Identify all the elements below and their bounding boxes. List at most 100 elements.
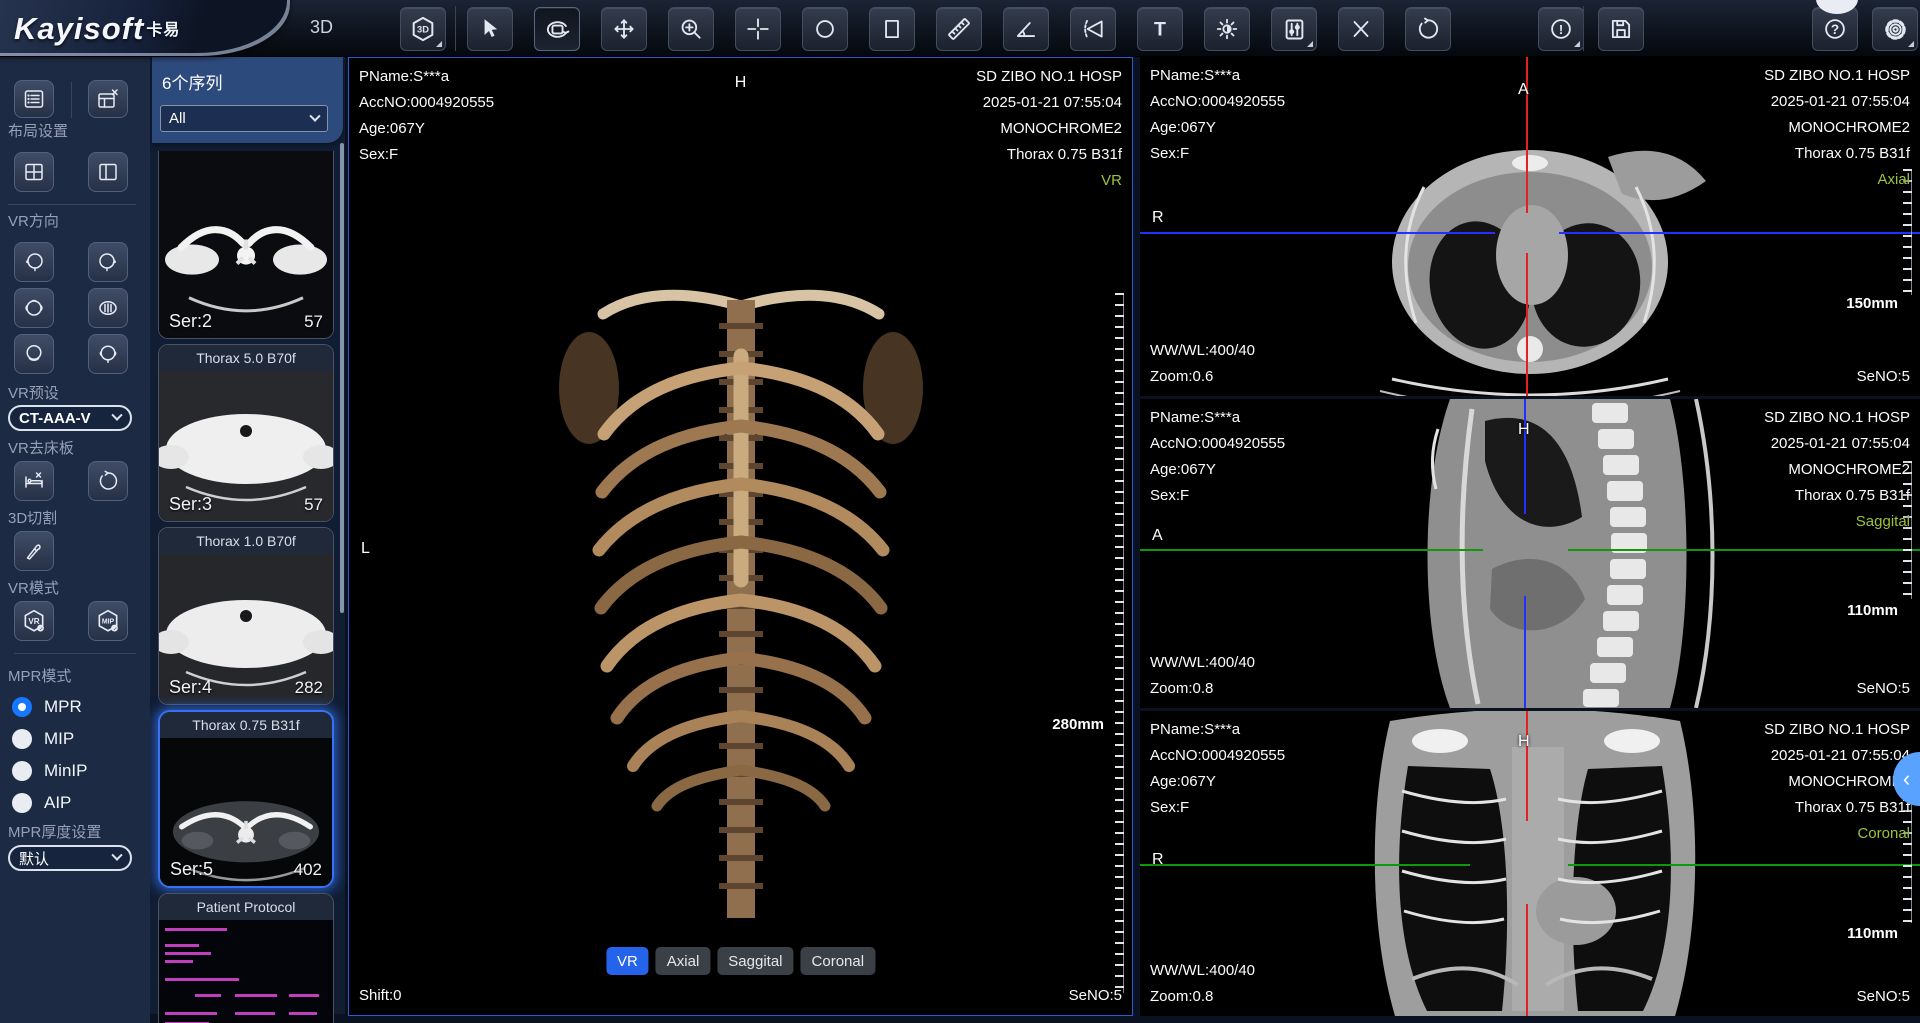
photometric-interpretation: MONOCHROME2 [1764,457,1910,483]
view-mode-axial-button[interactable]: Axial [656,947,711,975]
crosshair-vertical-red[interactable] [1526,904,1528,1016]
vr-view-left-button[interactable] [14,242,54,282]
series-scrollbar[interactable] [340,143,344,613]
info-button[interactable]: ! [1538,7,1584,51]
patient-sex: Sex:F [1150,795,1285,821]
viewport-axial[interactable]: PName:S***a AccNO:0004920555 Age:067Y Se… [1140,57,1920,396]
mpr-thickness-select[interactable]: 默认 [8,845,132,871]
close-layout-panel-button[interactable] [88,80,128,118]
pan-tool-button[interactable] [601,7,647,51]
vr-mode-vr-button[interactable]: VR [14,601,54,641]
vr-mode-mip-button[interactable]: MIP [88,601,128,641]
text-tool-icon: T [1147,16,1173,42]
series-card-ser4[interactable]: Thorax 1.0 B70f Ser:4 282 [158,527,334,705]
radio-selected-icon[interactable] [12,697,32,717]
vr-view-superior-button[interactable] [14,288,54,328]
pointer-tool-button[interactable] [467,7,513,51]
ruler-tool-button[interactable] [936,7,982,51]
series-list-panel-button[interactable] [14,80,54,118]
view-mode-coronal-button[interactable]: Coronal [801,947,876,975]
crosshair-vertical-blue[interactable] [1524,596,1526,708]
mpr-radio-mip[interactable]: MIP [12,729,74,749]
text-annotation-tool-button[interactable]: T [1137,7,1183,51]
orientation-marker-left: L [361,540,370,558]
cobb-angle-icon [1080,16,1106,42]
hospital-name: SD ZIBO NO.1 HOSP [1764,63,1910,89]
series-filter-value: All [169,110,186,127]
patient-sex: Sex:F [1150,141,1285,167]
vr-view-inferior-button[interactable] [88,288,128,328]
view-mode-sagittal-button[interactable]: Saggital [717,947,793,975]
mode-3d-label: 3D [310,17,333,38]
delete-annotation-button[interactable] [1338,7,1384,51]
rectangle-roi-tool-button[interactable] [869,7,915,51]
vr-view-anterior-button[interactable] [88,334,128,374]
series-card-ser501[interactable]: Patient Protocol Ser:501 1 [158,893,334,1023]
chevron-down-icon [309,110,320,121]
vr-hexagon-icon: VR [21,608,47,634]
mpr-radio-mpr[interactable]: MPR [12,697,82,717]
crosshair-horizontal-blue[interactable] [1140,232,1495,234]
crosshair-vertical-blue[interactable] [1524,399,1526,514]
cursor-icon [477,16,503,42]
crosshair-horizontal-green[interactable] [1140,549,1483,551]
cut-3d-knife-button[interactable] [14,531,54,571]
hospital-name: SD ZIBO NO.1 HOSP [976,64,1122,90]
series-title: Thorax 5.0 B70f [159,345,333,371]
plane-label: Axial [1764,167,1910,193]
vr-view-right-button[interactable] [88,242,128,282]
radio-unselected-icon[interactable] [12,761,32,781]
series-image-count: 57 [304,312,323,332]
layout-split-button[interactable] [88,152,128,192]
accession-number: AccNO:0004920555 [1150,743,1285,769]
crosshair-horizontal-blue[interactable] [1559,232,1920,234]
window-level-value: WW/WL:400/40 [1150,958,1255,984]
radio-unselected-icon[interactable] [12,793,32,813]
accession-number: AccNO:0004920555 [359,90,494,116]
cobb-angle-tool-button[interactable] [1070,7,1116,51]
viewport-vr[interactable]: PName:S***a AccNO:0004920555 Age:067Y Se… [348,57,1133,1016]
vr-view-posterior-button[interactable] [14,334,54,374]
view-mode-vr-button[interactable]: VR [606,947,649,975]
mpr-radio-minip[interactable]: MinIP [12,761,87,781]
adjust-panel-button[interactable] [1271,7,1317,51]
orientation-marker-top: H [1518,421,1530,439]
layout-grid-2x2-button[interactable] [14,152,54,192]
crosshair-horizontal-green[interactable] [1140,864,1470,866]
series-card-ser5-selected[interactable]: Thorax 0.75 B31f Ser:5 402 [158,710,334,888]
plane-label: Coronal [1764,821,1910,847]
vr-preset-select[interactable]: CT-AAA-V [8,405,132,431]
zoom-tool-button[interactable] [668,7,714,51]
rotate-3d-tool-button[interactable] [534,7,580,51]
series-filter-select[interactable]: All [160,105,328,132]
radio-unselected-icon[interactable] [12,729,32,749]
chevron-down-icon [111,410,122,421]
settings-button[interactable] [1872,7,1918,51]
zoom-value: Zoom:0.8 [1150,984,1255,1010]
crosshair-vertical-red[interactable] [1526,711,1528,821]
series-panel: 6个序列 All Ser:2 57 [150,57,345,1014]
application-window: Kayisoft卡易 3D 3D [0,0,1920,1023]
viewport-sagittal[interactable]: PName:S***a AccNO:0004920555 Age:067Y Se… [1140,399,1920,708]
ellipse-roi-tool-button[interactable] [802,7,848,51]
series-card-ser2[interactable]: Ser:2 57 [158,151,334,339]
crosshair-vertical-red[interactable] [1526,253,1528,396]
remove-bed-button[interactable] [14,461,54,501]
crosshair-horizontal-green[interactable] [1568,864,1920,866]
patient-info-overlay: PName:S***a AccNO:0004920555 Age:067Y Se… [1150,717,1285,821]
vr-direction-label: VR方向 [8,210,59,231]
viewport-coronal[interactable]: PName:S***a AccNO:0004920555 Age:067Y Se… [1140,711,1920,1016]
mpr-radio-aip[interactable]: AIP [12,793,71,813]
mpr-mode-label: MPR模式 [8,665,71,686]
reset-view-button[interactable] [1405,7,1451,51]
orientation-marker-top: H [1518,733,1530,751]
help-question-icon: ? [1822,16,1848,42]
save-button[interactable] [1598,7,1644,51]
series-card-ser3[interactable]: Thorax 5.0 B70f Ser:3 57 [158,344,334,522]
angle-tool-button[interactable] [1003,7,1049,51]
window-level-tool-button[interactable] [1204,7,1250,51]
crosshair-tool-button[interactable] [735,7,781,51]
bed-reset-button[interactable] [88,461,128,501]
volume-3d-preset-button[interactable]: 3D [400,7,446,51]
crosshair-horizontal-green[interactable] [1568,549,1920,551]
